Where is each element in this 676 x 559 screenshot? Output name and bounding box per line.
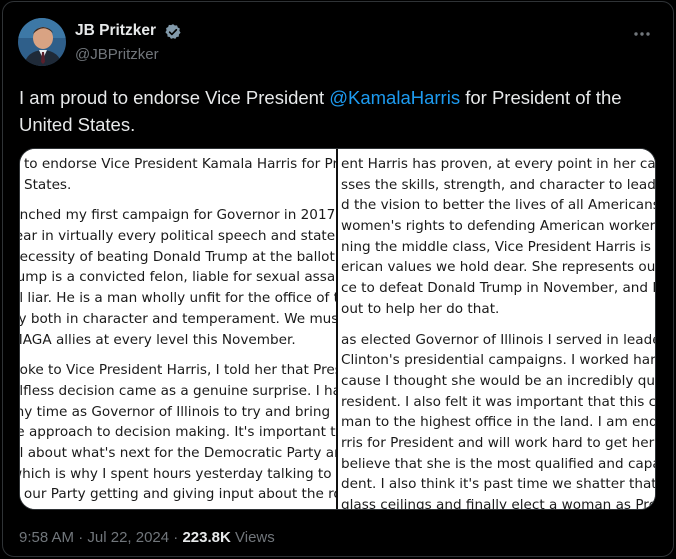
avatar-photo-icon [18,18,66,66]
author-handle[interactable]: @JBPritzker [75,46,159,63]
statement-line: man to the highest office in the land. I… [341,414,656,431]
statement-line: my time as Governor of Illinois to try a… [20,403,331,420]
statement-line: ent Harris has proven, at every point in… [341,156,656,172]
statement-line [20,195,337,205]
statement-line: dent. I also think it's past time we sha… [341,476,656,493]
statement-line: d the vision to better the lives of all … [341,197,656,214]
statement-line: unched my first campaign for Governor in… [20,207,337,224]
statement-text-left: d to endorse Vice President Kamala Harri… [20,154,337,509]
statement-line: poke to Vice President Harris, I told he… [20,362,337,379]
tweet-meta: 9:58 AM · Jul 22, 2024 · 223.8K Views [19,529,275,546]
statement-line: ul about what's next for the Democratic … [20,444,337,461]
statement-line: cause I thought she would be an incredib… [341,372,656,389]
statement-page-right: ent Harris has proven, at every point in… [338,149,656,509]
statement-line: out to help her do that. [341,300,500,317]
statement-text-right: ent Harris has proven, at every point in… [341,154,656,509]
statement-line: ning the middle class, Vice President Ha… [341,238,656,255]
views-label: Views [235,529,275,546]
statement-line: necessity of beating Donald Trump at the… [20,248,337,265]
statement-line: which is why I spent hours yesterday tal… [20,465,337,482]
statement-line: re approach to decision making. It's imp… [20,424,337,441]
meta-separator: · [173,529,179,546]
statement-line: ce to defeat Donald Trump in November, a… [341,280,656,297]
statement-line: elfless decision came as a genuine surpr… [20,382,337,399]
statement-line: November. I am also cognizant of the uni… [20,505,337,509]
mention-link[interactable]: @KamalaHarris [329,87,460,108]
statement-line: MAGA allies at every level this November… [20,331,296,348]
tweet-text-before: I am proud to endorse Vice President [19,87,330,108]
statement-line: as elected Governor of Illinois I served… [341,331,656,348]
author-name[interactable]: JB Pritzker [75,22,156,40]
statement-line: glass ceilings and finally elect a woman… [341,497,656,509]
statement-line: d to endorse Vice President Kamala Harri… [20,156,337,172]
statement-page-left: d to endorse Vice President Kamala Harri… [20,149,337,509]
meta-separator: · [78,529,84,546]
statement-line: rump is a convicted felon, liable for se… [20,269,337,286]
statement-line: women's rights to defending American wor… [341,218,656,235]
statement-line: sses the skills, strength, and character… [341,176,656,193]
tweet-date[interactable]: Jul 22, 2024 [87,529,169,546]
statement-line: lear in virtually every political speech… [20,228,337,245]
statement-line: Clinton's presidential campaigns. I work… [341,352,656,369]
avatar[interactable] [18,18,66,66]
tweet-text: I am proud to endorse Vice President @Ka… [19,84,664,138]
statement-line: erican values we hold dear. She represen… [341,259,656,276]
statement-line: cy both in character and temperament. We… [20,310,337,327]
statement-line: d States. [20,176,72,193]
statement-line: resident. I also felt it was important t… [341,393,656,410]
statement-line: rris for President and will work hard to… [341,434,656,451]
statement-line [341,320,655,330]
attached-image[interactable]: d to endorse Vice President Kamala Harri… [19,148,656,510]
statement-line: n our Party getting and giving input abo… [20,486,337,503]
statement-line [20,350,337,360]
views-count: 223.8K [182,529,231,546]
statement-line: believe that she is the most qualified a… [341,455,656,472]
verified-badge-icon [164,23,182,41]
statement-line: al liar. He is a man wholly unfit for th… [20,290,337,307]
more-options-icon[interactable] [630,24,654,44]
tweet-time[interactable]: 9:58 AM [19,529,74,546]
